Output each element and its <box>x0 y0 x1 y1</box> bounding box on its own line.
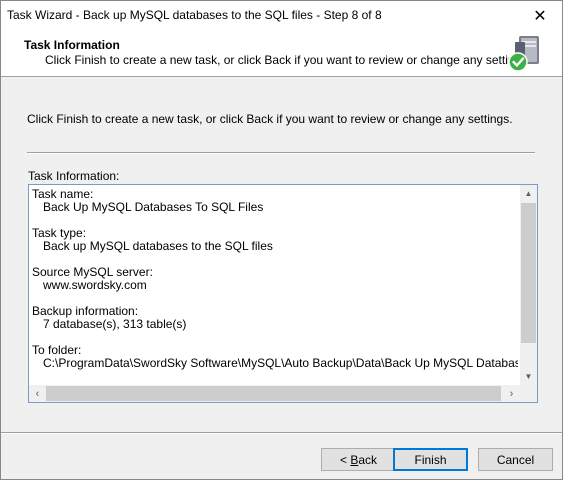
divider <box>27 152 535 154</box>
back-button[interactable]: < Back <box>321 448 396 471</box>
info-section-task-name: Task name: Back Up MySQL Databases To SQ… <box>32 188 518 214</box>
wizard-window: Task Wizard - Back up MySQL databases to… <box>0 0 563 480</box>
scroll-left-icon[interactable]: ‹ <box>29 385 46 402</box>
task-info-content: Task name: Back Up MySQL Databases To SQ… <box>32 188 518 380</box>
scroll-corner <box>520 385 537 402</box>
footer-divider <box>1 432 562 434</box>
header-subtitle: Click Finish to create a new task, or cl… <box>45 53 531 67</box>
close-icon[interactable]: ✕ <box>518 1 562 30</box>
info-value: Back up MySQL databases to the SQL files <box>43 239 273 253</box>
info-section-backup-info: Backup information: 7 database(s), 313 t… <box>32 305 518 331</box>
scroll-down-icon[interactable]: ▼ <box>520 368 537 385</box>
scroll-up-icon[interactable]: ▲ <box>520 185 537 202</box>
back-button-mnemonic: B <box>350 452 359 467</box>
info-section-source-server: Source MySQL server: www.swordsky.com <box>32 266 518 292</box>
task-info-label: Task Information: <box>28 169 120 183</box>
back-button-rest: ack <box>358 452 378 467</box>
horizontal-scroll-thumb[interactable] <box>46 386 501 401</box>
title-bar: Task Wizard - Back up MySQL databases to… <box>1 1 562 30</box>
info-section-task-type: Task type: Back up MySQL databases to th… <box>32 227 518 253</box>
wizard-header: Task Information Click Finish to create … <box>1 30 562 77</box>
scroll-right-icon[interactable]: › <box>503 385 520 402</box>
info-value: 7 database(s), 313 table(s) <box>43 317 187 331</box>
info-value: Back Up MySQL Databases To SQL Files <box>43 200 264 214</box>
window-title: Task Wizard - Back up MySQL databases to… <box>7 8 382 22</box>
horizontal-scrollbar[interactable]: ‹ › <box>29 385 520 402</box>
server-check-icon <box>508 36 539 72</box>
finish-button[interactable]: Finish <box>393 448 468 471</box>
info-section-to-folder: To folder: C:\ProgramData\SwordSky Softw… <box>32 344 518 370</box>
vertical-scroll-thumb[interactable] <box>521 203 536 343</box>
intro-text: Click Finish to create a new task, or cl… <box>27 112 513 126</box>
info-value: www.swordsky.com <box>43 278 147 292</box>
vertical-scrollbar[interactable]: ▲ ▼ <box>520 185 537 385</box>
back-button-prefix: < <box>339 452 351 467</box>
task-info-box[interactable]: Task name: Back Up MySQL Databases To SQ… <box>28 184 538 403</box>
info-value: C:\ProgramData\SwordSky Software\MySQL\A… <box>43 356 518 370</box>
cancel-button[interactable]: Cancel <box>478 448 553 471</box>
header-title: Task Information <box>24 38 120 52</box>
